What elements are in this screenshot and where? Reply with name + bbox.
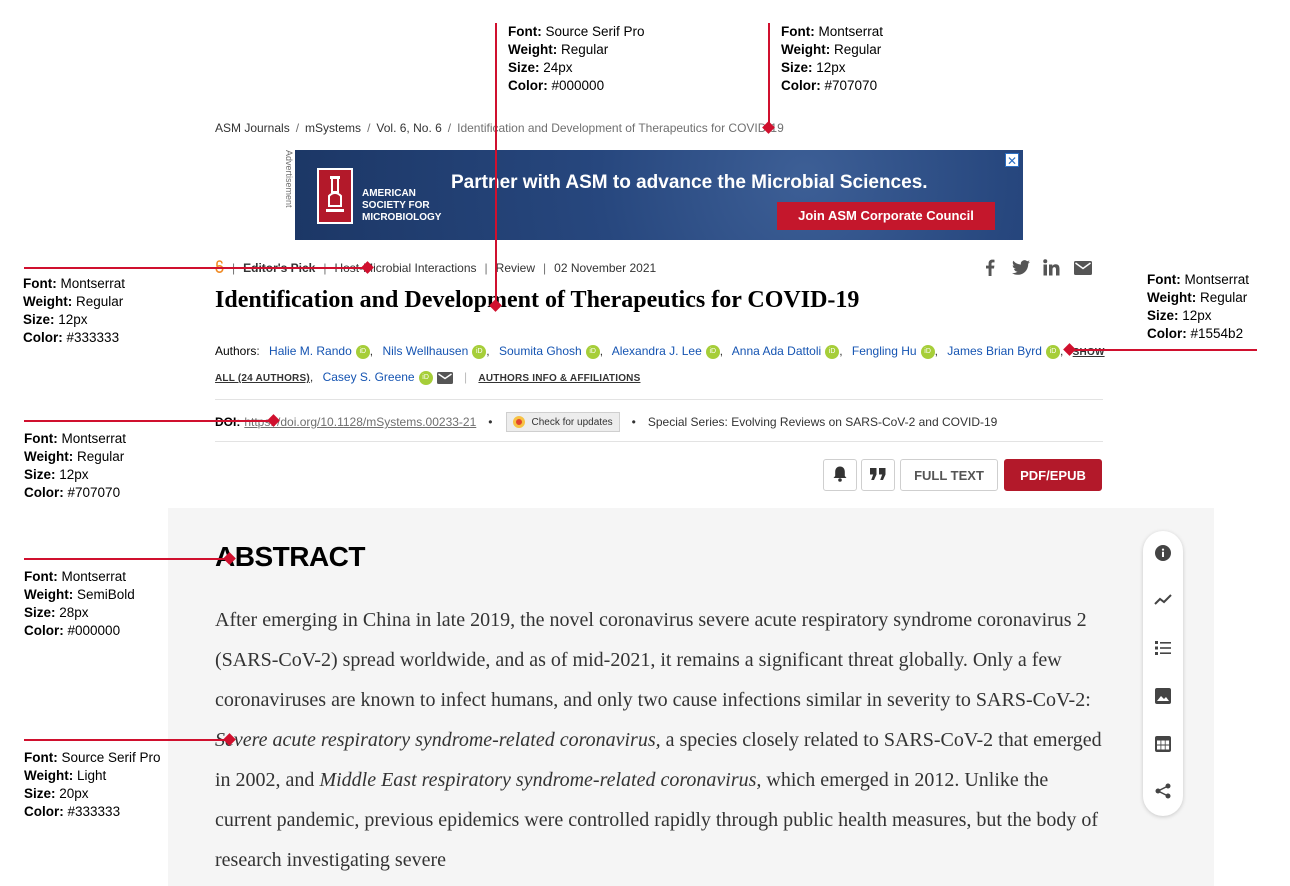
email-share-icon[interactable] <box>1073 258 1092 277</box>
corresponding-author-link[interactable]: Casey S. Greene <box>323 370 415 384</box>
pointer-line <box>24 739 230 741</box>
share-bar <box>980 258 1092 277</box>
breadcrumb-issue[interactable]: Vol. 6, No. 6 <box>376 121 441 135</box>
authors-font-spec: Font: Montserrat Weight: Regular Size: 1… <box>1147 272 1250 341</box>
abstract-heading-font-spec: Font: Montserrat Weight: SemiBold Size: … <box>24 569 135 638</box>
authors-info-button[interactable]: AUTHORS INFO & AFFILIATIONS <box>478 373 640 384</box>
orcid-icon[interactable]: iD <box>1045 345 1060 359</box>
pointer-line <box>1070 349 1257 351</box>
info-icon[interactable] <box>1154 544 1172 562</box>
divider <box>215 441 1103 442</box>
pointer-line <box>24 420 274 422</box>
orcid-icon[interactable]: iD <box>418 371 433 385</box>
breadcrumb-font-spec: Font: Montserrat Weight: Regular Size: 1… <box>781 24 884 93</box>
orcid-icon[interactable]: iD <box>825 345 840 359</box>
orcid-icon[interactable]: iD <box>472 345 487 359</box>
linkedin-icon[interactable] <box>1042 258 1061 277</box>
abstract-body: After emerging in China in late 2019, th… <box>215 609 1102 871</box>
ad-banner[interactable]: AMERICAN SOCIETY FOR MICROBIOLOGY Partne… <box>295 150 1023 240</box>
doi-label: DOI: <box>215 415 241 429</box>
pointer-line <box>768 23 770 127</box>
ad-cta-button[interactable]: Join ASM Corporate Council <box>777 202 995 230</box>
breadcrumb-separator: / <box>295 121 300 135</box>
ad-org-name: AMERICAN SOCIETY FOR MICROBIOLOGY <box>362 188 442 223</box>
abstract-heading: ABSTRACT <box>215 541 366 572</box>
doi-link[interactable]: https://doi.org/10.1128/mSystems.00233-2… <box>244 415 476 429</box>
pointer-line <box>24 558 230 560</box>
divider <box>215 399 1103 400</box>
share-icon[interactable] <box>1154 782 1172 800</box>
article-type: Review <box>495 261 536 275</box>
breadcrumb: ASM Journals / mSystems / Vol. 6, No. 6 / Iden… <box>215 121 784 135</box>
breadcrumb-asm-journals[interactable]: ASM Journals <box>215 121 290 135</box>
breadcrumb-current: Identification and Development of Therap… <box>457 121 784 135</box>
orcid-icon[interactable]: iD <box>355 345 370 359</box>
doi-font-spec: Font: Montserrat Weight: Regular Size: 1… <box>24 431 127 500</box>
check-for-updates-button[interactable]: Check for updates <box>506 412 620 432</box>
asm-logo <box>317 168 353 224</box>
meta-font-spec: Font: Montserrat Weight: Regular Size: 1… <box>23 276 126 345</box>
crossmark-icon <box>513 416 526 428</box>
orcid-icon[interactable]: iD <box>920 345 935 359</box>
authors-list: Authors: Halie M. Rando iD, Nils Wellhaus… <box>215 339 1105 392</box>
abstract-body-font-spec: Font: Source Serif Pro Weight: Light Siz… <box>24 750 161 819</box>
twitter-icon[interactable] <box>1011 258 1030 277</box>
metrics-icon[interactable] <box>1154 591 1172 609</box>
author-link[interactable]: Anna Ada Dattoli <box>732 344 821 358</box>
author-link[interactable]: Halie M. Rando <box>269 344 352 358</box>
quote-icon <box>870 467 886 483</box>
authors-label: Authors <box>215 344 257 358</box>
doi-line: DOI: https://doi.org/10.1128/mSystems.00… <box>215 412 997 432</box>
title-font-spec: Font: Source Serif Pro Weight: Regular S… <box>508 24 645 93</box>
breadcrumb-separator: / <box>367 121 371 135</box>
article-title: Identification and Development of Therap… <box>215 287 860 313</box>
author-link[interactable]: Nils Wellhausen <box>382 344 468 358</box>
breadcrumb-separator: / <box>447 121 452 135</box>
orcid-icon[interactable]: iD <box>705 345 720 359</box>
bell-icon <box>833 466 847 485</box>
ad-label: Advertisement <box>284 150 294 208</box>
special-series-link[interactable]: Special Series: Evolving Reviews on SARS… <box>648 415 998 429</box>
author-link[interactable]: James Brian Byrd <box>947 344 1042 358</box>
outline-icon[interactable] <box>1154 639 1172 657</box>
author-link[interactable]: Soumita Ghosh <box>499 344 582 358</box>
alert-button[interactable] <box>823 459 857 491</box>
tables-icon[interactable] <box>1154 735 1172 753</box>
corresponding-email-icon[interactable] <box>436 368 453 392</box>
author-link[interactable]: Alexandra J. Lee <box>612 344 702 358</box>
orcid-icon[interactable]: iD <box>585 345 600 359</box>
figures-icon[interactable] <box>1154 687 1172 705</box>
facebook-icon[interactable] <box>980 258 999 277</box>
author-link[interactable]: Fengling Hu <box>852 344 917 358</box>
pointer-line <box>24 267 368 269</box>
full-text-button[interactable]: FULL TEXT <box>900 459 998 491</box>
ad-close-icon[interactable]: ✕ <box>1005 153 1019 168</box>
publication-date: 02 November 2021 <box>554 261 657 275</box>
pdf-epub-button[interactable]: PDF/EPUB <box>1004 459 1102 491</box>
article-tools <box>1143 531 1183 816</box>
breadcrumb-msystems[interactable]: mSystems <box>305 121 361 135</box>
ad-headline: Partner with ASM to advance the Microbia… <box>451 172 928 193</box>
cite-button[interactable] <box>861 459 895 491</box>
pointer-line <box>495 23 497 305</box>
